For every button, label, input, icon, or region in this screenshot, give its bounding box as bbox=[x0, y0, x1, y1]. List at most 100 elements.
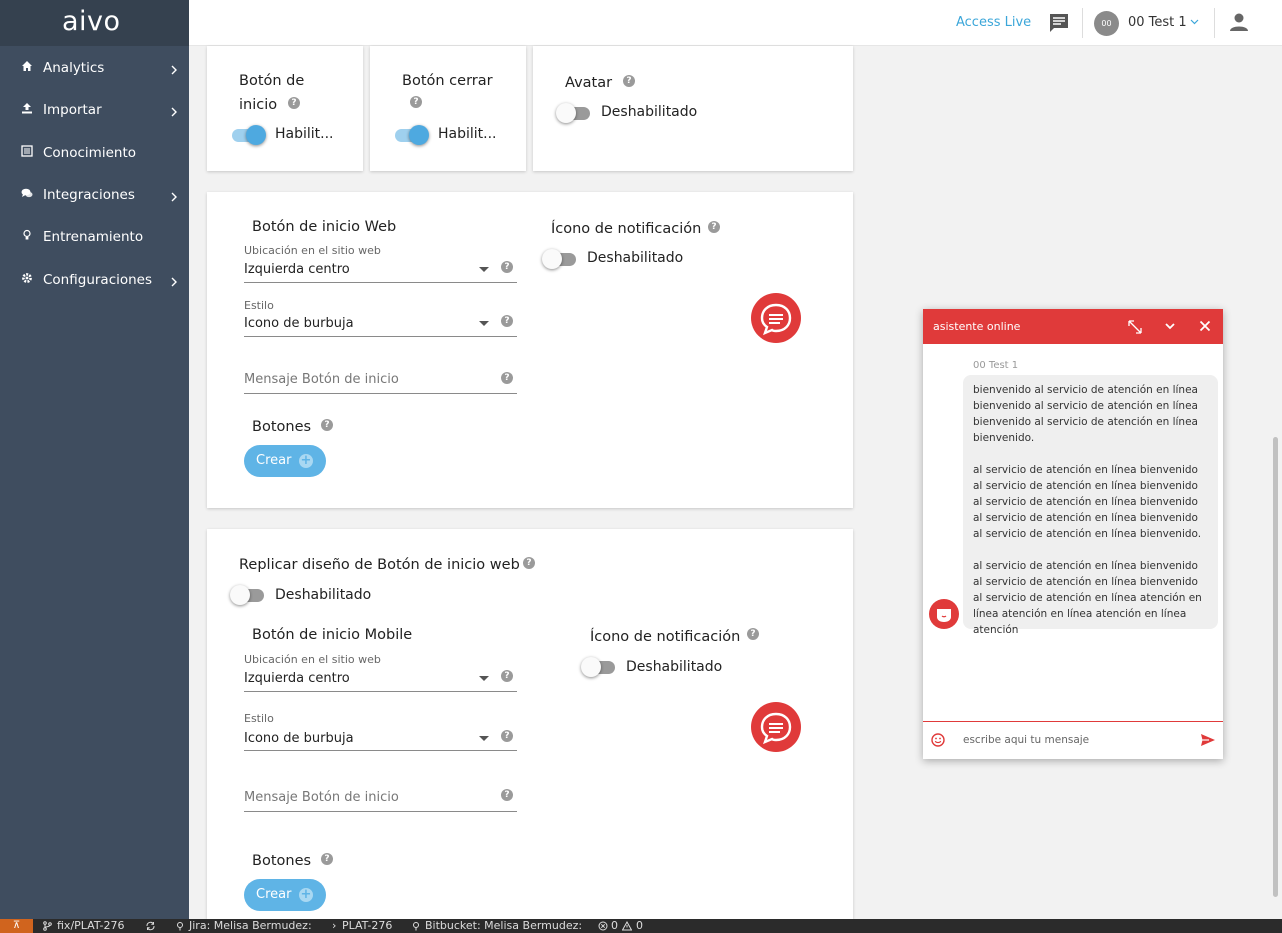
help-icon[interactable]: ? bbox=[321, 853, 333, 865]
upload-icon bbox=[22, 103, 32, 114]
help-icon[interactable]: ? bbox=[523, 557, 535, 569]
help-icon[interactable]: ? bbox=[501, 372, 513, 384]
web-ubicacion-label: Ubicación en el sitio web bbox=[244, 244, 381, 257]
chat-launcher-preview-icon bbox=[751, 293, 801, 343]
web-estilo-select[interactable]: Icono de burbuja bbox=[244, 316, 354, 331]
mobile-mensaje-input[interactable]: Mensaje Botón de inicio bbox=[244, 790, 399, 805]
emoji-icon[interactable] bbox=[931, 733, 945, 747]
mobile-botones-label: Botones bbox=[252, 853, 312, 869]
remote-icon[interactable]: ⊼ bbox=[0, 919, 33, 933]
plus-icon: + bbox=[299, 887, 313, 902]
expand-icon[interactable] bbox=[1127, 319, 1143, 335]
chat-icon[interactable] bbox=[1048, 12, 1070, 34]
send-icon[interactable] bbox=[1200, 733, 1216, 747]
gear-icon bbox=[22, 273, 32, 283]
boton-cerrar-toggle[interactable] bbox=[393, 124, 429, 146]
help-icon[interactable]: ? bbox=[410, 96, 422, 108]
help-icon[interactable]: ? bbox=[501, 730, 513, 742]
user-menu-name[interactable]: 00 Test 1 bbox=[1128, 15, 1187, 30]
bitbucket-label[interactable]: Bitbucket: Melisa Bermudez: bbox=[425, 919, 582, 933]
card-boton-cerrar: Botón cerrar ? Habilit... bbox=[370, 46, 526, 171]
status-bar: ⊼ fix/PLAT-276 Jira: Melisa Bermudez: › … bbox=[0, 919, 1282, 933]
chevron-right-icon bbox=[171, 107, 177, 117]
page-scrollbar[interactable] bbox=[1273, 437, 1278, 897]
mobile-title: Botón de inicio Mobile bbox=[252, 627, 413, 643]
sidebar-item-integraciones[interactable]: Integraciones bbox=[0, 179, 189, 213]
chat-message-input[interactable]: escribe aqui tu mensaje bbox=[963, 734, 1089, 746]
minimize-chevron-icon[interactable] bbox=[1164, 321, 1176, 331]
dropdown-caret-icon[interactable] bbox=[479, 267, 489, 272]
help-icon[interactable]: ? bbox=[501, 261, 513, 273]
web-notif-label: Ícono de notificación bbox=[551, 221, 702, 237]
help-icon[interactable]: ? bbox=[747, 628, 759, 640]
replicar-label: Replicar diseño de Botón de inicio web bbox=[239, 557, 520, 573]
help-icon[interactable]: ? bbox=[288, 97, 300, 109]
bot-avatar-icon bbox=[929, 599, 959, 629]
dropdown-caret-icon[interactable] bbox=[479, 321, 489, 326]
web-crear-button[interactable]: Crear + bbox=[244, 445, 326, 477]
git-branch-label[interactable]: fix/PLAT-276 bbox=[57, 919, 125, 933]
boton-inicio-toggle[interactable] bbox=[230, 124, 266, 146]
web-notif-toggle[interactable] bbox=[542, 248, 578, 270]
web-mensaje-input[interactable]: Mensaje Botón de inicio bbox=[244, 372, 399, 387]
mobile-crear-button[interactable]: Crear + bbox=[244, 879, 326, 911]
web-notif-state: Deshabilitado bbox=[587, 250, 684, 266]
home-icon bbox=[22, 61, 32, 71]
mobile-estilo-select[interactable]: Icono de burbuja bbox=[244, 731, 354, 746]
warning-count[interactable]: 0 bbox=[636, 919, 643, 933]
sync-icon[interactable] bbox=[145, 921, 156, 931]
chat-launcher-preview-icon bbox=[751, 702, 801, 752]
sidebar-item-label: Integraciones bbox=[43, 187, 135, 203]
help-icon[interactable]: ? bbox=[708, 221, 720, 233]
brand-header: aivo bbox=[0, 0, 189, 46]
field-underline bbox=[244, 282, 517, 283]
help-icon[interactable]: ? bbox=[501, 315, 513, 327]
mobile-notif-toggle[interactable] bbox=[581, 656, 617, 678]
dropdown-caret-icon[interactable] bbox=[479, 676, 489, 681]
replicar-toggle[interactable] bbox=[230, 584, 266, 606]
chevron-right-icon bbox=[171, 192, 177, 202]
card-boton-inicio: Botón de inicio ? Habilit... bbox=[207, 46, 363, 171]
access-live-link[interactable]: Access Live bbox=[956, 15, 1031, 30]
sidebar-item-configuraciones[interactable]: Configuraciones bbox=[0, 264, 189, 298]
help-icon[interactable]: ? bbox=[623, 75, 635, 87]
message-paragraph: al servicio de atención en línea bienven… bbox=[973, 464, 1202, 540]
web-ubicacion-select[interactable]: Izquierda centro bbox=[244, 262, 350, 277]
boton-cerrar-state: Habilit... bbox=[438, 126, 497, 142]
warning-icon[interactable] bbox=[622, 921, 632, 931]
sidebar-item-importar[interactable]: Importar bbox=[0, 94, 189, 128]
sidebar-item-entrenamiento[interactable]: Entrenamiento bbox=[0, 221, 189, 255]
issue-label[interactable]: PLAT-276 bbox=[342, 919, 392, 933]
jira-label[interactable]: Jira: Melisa Bermudez: bbox=[189, 919, 312, 933]
sidebar-item-analytics[interactable]: Analytics bbox=[0, 52, 189, 86]
close-icon[interactable] bbox=[1199, 320, 1211, 332]
avatar-toggle[interactable] bbox=[556, 102, 592, 124]
web-title: Botón de inicio Web bbox=[252, 219, 397, 235]
help-icon[interactable]: ? bbox=[321, 419, 333, 431]
person-icon[interactable] bbox=[1228, 11, 1250, 33]
help-icon[interactable]: ? bbox=[501, 789, 513, 801]
message-author: 00 Test 1 bbox=[973, 360, 1019, 371]
help-icon[interactable]: ? bbox=[501, 670, 513, 682]
message-bubble: bienvenido al servicio de atención en lí… bbox=[963, 375, 1218, 636]
error-icon[interactable] bbox=[598, 921, 608, 931]
field-underline bbox=[244, 811, 517, 812]
crear-button-label: Crear bbox=[256, 887, 292, 902]
lightbulb-icon bbox=[23, 229, 31, 240]
aivo-logo[interactable]: aivo bbox=[62, 6, 121, 37]
boton-cerrar-label: Botón cerrar bbox=[402, 73, 493, 89]
field-underline bbox=[244, 336, 517, 337]
issue-chevron-icon: › bbox=[332, 919, 337, 932]
dropdown-caret-icon[interactable] bbox=[479, 736, 489, 741]
field-underline bbox=[244, 393, 517, 394]
sidebar-item-conocimiento[interactable]: Conocimiento bbox=[0, 137, 189, 171]
replicar-state: Deshabilitado bbox=[275, 587, 372, 603]
mobile-ubicacion-label: Ubicación en el sitio web bbox=[244, 653, 381, 666]
field-underline bbox=[244, 750, 517, 751]
sidebar-item-label: Conocimiento bbox=[43, 145, 136, 161]
error-count[interactable]: 0 bbox=[611, 919, 618, 933]
chevron-down-icon[interactable] bbox=[1190, 19, 1199, 25]
mobile-ubicacion-select[interactable]: Izquierda centro bbox=[244, 671, 350, 686]
user-avatar[interactable]: 00 bbox=[1094, 11, 1119, 36]
plus-icon: + bbox=[299, 453, 313, 468]
